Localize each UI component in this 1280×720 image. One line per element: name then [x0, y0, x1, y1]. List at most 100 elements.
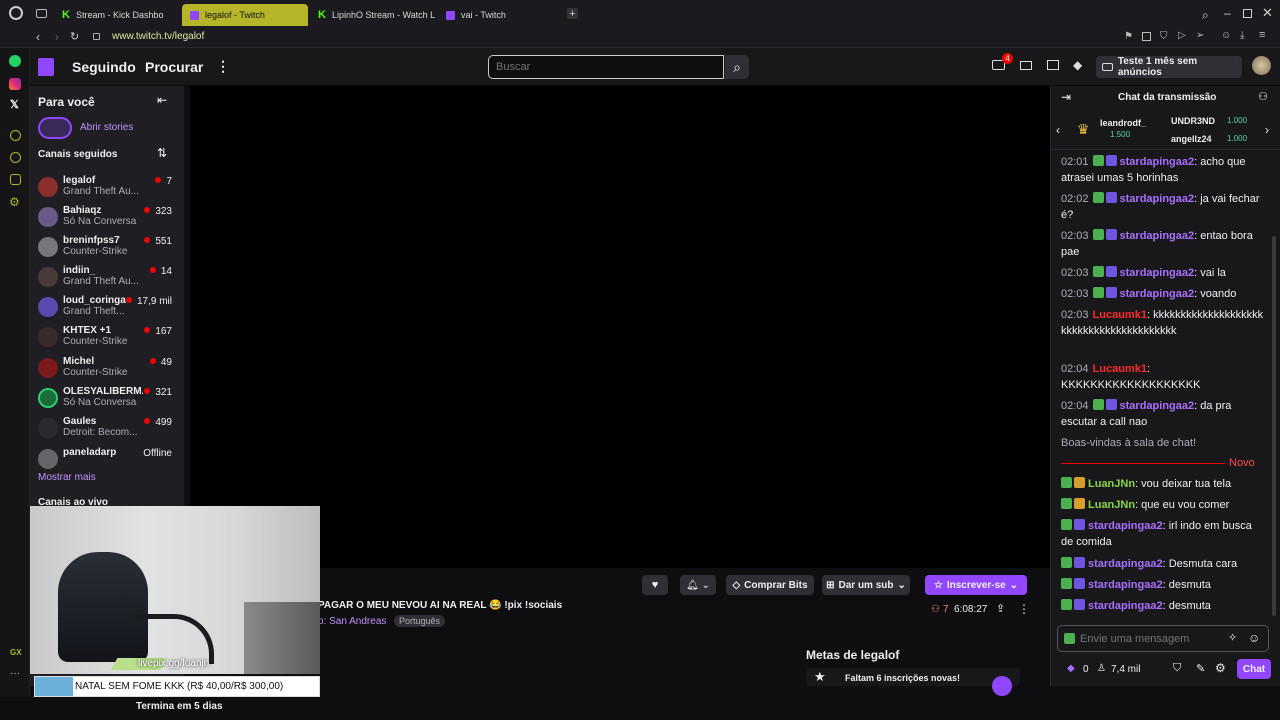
send-chat-button[interactable]: Chat — [1237, 659, 1271, 679]
channel-points-icon[interactable]: ♙ — [1097, 663, 1106, 674]
search-input[interactable] — [488, 55, 724, 79]
send-icon[interactable]: ➢ — [1196, 30, 1204, 41]
message-user[interactable]: stardapingaa2 — [1088, 579, 1163, 591]
opera-logo-icon[interactable] — [9, 6, 23, 20]
message-user[interactable]: LuanJNn — [1088, 499, 1135, 511]
back-icon[interactable]: ‹ — [36, 30, 40, 44]
stream-category[interactable]: o: San Andreas — [318, 616, 386, 627]
buy-bits-button[interactable]: ◇ Comprar Bits — [726, 575, 814, 595]
chat-message: LuanJNn: vou deixar tua tela — [1061, 476, 1265, 492]
chat-users-icon[interactable]: ⚇ — [1258, 90, 1268, 103]
gift-sub-button[interactable]: ⊞ Dar um sub ⌄ — [822, 575, 910, 595]
sidebar-item-khtex[interactable]: KHTEX +1 Counter-Strike 167 — [30, 323, 184, 353]
sidebar-item-legalof[interactable]: legalof Grand Theft Au... 7 — [30, 173, 184, 203]
x-icon[interactable]: 𝕏 — [10, 98, 19, 111]
message-user[interactable]: stardapingaa2 — [1120, 230, 1195, 242]
settings-icon[interactable]: ⚙ — [9, 195, 20, 209]
follow-heart-button[interactable]: ♥ — [642, 575, 668, 595]
leader-amount: 1.000 — [1227, 134, 1248, 143]
sidebar-item-michel[interactable]: Michel Counter-Strike 49 — [30, 354, 184, 384]
message-user[interactable]: stardapingaa2 — [1120, 400, 1195, 412]
message-user[interactable]: stardapingaa2 — [1120, 193, 1195, 205]
more-options-icon[interactable]: ⋮ — [1018, 602, 1030, 616]
tab-legalof[interactable]: legalof - Twitch — [182, 4, 308, 26]
whatsapp-icon[interactable] — [9, 55, 21, 67]
subscribe-button[interactable]: ☆ Inscrever-se ⌄ — [925, 575, 1027, 595]
player-icon[interactable] — [10, 130, 21, 141]
tab-kick[interactable]: K Stream - Kick Dashbo — [54, 4, 178, 26]
chat-scrollbar[interactable] — [1272, 236, 1276, 616]
stories-avatar[interactable] — [38, 117, 72, 139]
chevron-right-icon[interactable]: › — [1265, 123, 1269, 137]
message-user[interactable]: stardapingaa2 — [1088, 520, 1163, 532]
message-user[interactable]: Lucaumk1 — [1093, 309, 1147, 321]
channel-name: breninfpss7 — [63, 235, 120, 246]
user-avatar[interactable] — [1252, 56, 1271, 75]
chat-panel: ⇥ Chat da transmissão ⚇ ‹ ♛ leandrodf_ 1… — [1050, 86, 1280, 686]
search-button[interactable]: ⌕ — [725, 55, 749, 79]
more-menu-icon[interactable]: ⋮ — [216, 58, 230, 75]
download-icon[interactable]: ⤓ — [1240, 30, 1244, 41]
whispers-icon[interactable] — [1047, 60, 1059, 70]
inbox-icon[interactable] — [1020, 61, 1032, 70]
instagram-icon[interactable] — [9, 78, 21, 90]
minimize-icon[interactable]: – — [1224, 6, 1231, 20]
new-tab-button[interactable]: + — [567, 8, 578, 20]
sidebar-item-olesyaliberm[interactable]: OLESYALIBERM... Só Na Conversa 321 — [30, 384, 184, 414]
message-user[interactable]: stardapingaa2 — [1120, 156, 1195, 168]
pencil-icon[interactable]: ✎ — [1196, 662, 1205, 675]
play-icon[interactable]: ▷ — [1178, 30, 1186, 41]
bookmark-icon[interactable]: ⚑ — [1124, 31, 1133, 42]
share-icon[interactable]: ⇪ — [996, 602, 1005, 615]
sidebar-item-indiin[interactable]: indiin_ Grand Theft Au... 14 — [30, 263, 184, 293]
nav-following[interactable]: Seguindo — [72, 59, 136, 75]
shield-icon[interactable]: ⛉ — [1160, 31, 1168, 42]
show-more-link[interactable]: Mostrar mais — [38, 472, 96, 483]
url-text[interactable]: www.twitch.tv/legalof — [112, 31, 204, 42]
sidebar-item-breninfpss7[interactable]: breninfpss7 Counter-Strike 551 — [30, 233, 184, 263]
forward-icon[interactable]: › — [55, 30, 59, 44]
chat-input[interactable] — [1080, 629, 1220, 648]
nav-browse[interactable]: Procurar — [145, 59, 203, 75]
sidebar-item-bahiaqz[interactable]: Bahiaqz Só Na Conversa 323 — [30, 203, 184, 233]
more-icon[interactable]: ··· — [10, 668, 20, 679]
open-stories-link[interactable]: Abrir stories — [80, 122, 133, 133]
channel-name: paneladarp — [63, 447, 117, 458]
mod-shield-icon[interactable]: ⛉ — [1173, 662, 1181, 675]
collapse-chat-icon[interactable]: ⇥ — [1061, 90, 1071, 104]
extensions-icon[interactable] — [10, 174, 21, 185]
workspaces-icon[interactable] — [36, 9, 47, 18]
chevron-left-icon[interactable]: ‹ — [1056, 123, 1060, 137]
history-icon[interactable] — [10, 152, 21, 163]
ad-free-button[interactable]: Teste 1 mês sem anúncios — [1096, 56, 1242, 78]
message-user[interactable]: stardapingaa2 — [1120, 288, 1195, 300]
chat-settings-icon[interactable]: ⚙ — [1215, 661, 1226, 675]
message-user[interactable]: stardapingaa2 — [1120, 267, 1195, 279]
twitch-logo-icon[interactable] — [38, 58, 54, 76]
message-user[interactable]: stardapingaa2 — [1088, 558, 1163, 570]
message-user[interactable]: LuanJNn — [1088, 478, 1135, 490]
gift-chat-icon[interactable]: ✧ — [1228, 631, 1237, 644]
tab-lipinho[interactable]: K LipinhO Stream - Watch L — [310, 4, 436, 26]
menu-icon[interactable]: ≡ — [1259, 29, 1265, 41]
account-icon[interactable]: ☺ — [1221, 30, 1231, 41]
sort-icon[interactable]: ⇅ — [157, 146, 167, 160]
maximize-icon[interactable] — [1243, 9, 1252, 18]
tab-vai[interactable]: vai - Twitch — [438, 4, 562, 26]
video-player[interactable] — [190, 86, 1050, 568]
search-tabs-icon[interactable]: ⌕ — [1202, 8, 1209, 23]
sidebar-item-loud-coringa[interactable]: loud_coringa Grand Theft... 17,9 mil — [30, 293, 184, 323]
message-user[interactable]: stardapingaa2 — [1088, 600, 1163, 612]
chat-input-box[interactable]: ✧ ☺ — [1057, 625, 1269, 652]
sidebar-item-gaules[interactable]: Gaules Detroit: Becom... 499 — [30, 414, 184, 444]
collapse-sidebar-icon[interactable]: ⇤ — [157, 93, 167, 107]
reload-icon[interactable]: ↻ — [70, 30, 79, 43]
notifications-bell-button[interactable]: 🔔︎ ⌄ — [680, 575, 716, 595]
emote-icon[interactable]: ☺ — [1248, 631, 1260, 645]
message-user[interactable]: Lucaumk1 — [1093, 363, 1147, 375]
stream-tag[interactable]: Português — [394, 615, 446, 627]
bits-icon[interactable]: ◆ — [1073, 58, 1082, 72]
close-window-icon[interactable]: ✕ — [1262, 5, 1273, 21]
snapshot-icon[interactable] — [1142, 32, 1151, 41]
sidebar-item-paneladarp[interactable]: paneladarp Offline — [30, 445, 184, 475]
